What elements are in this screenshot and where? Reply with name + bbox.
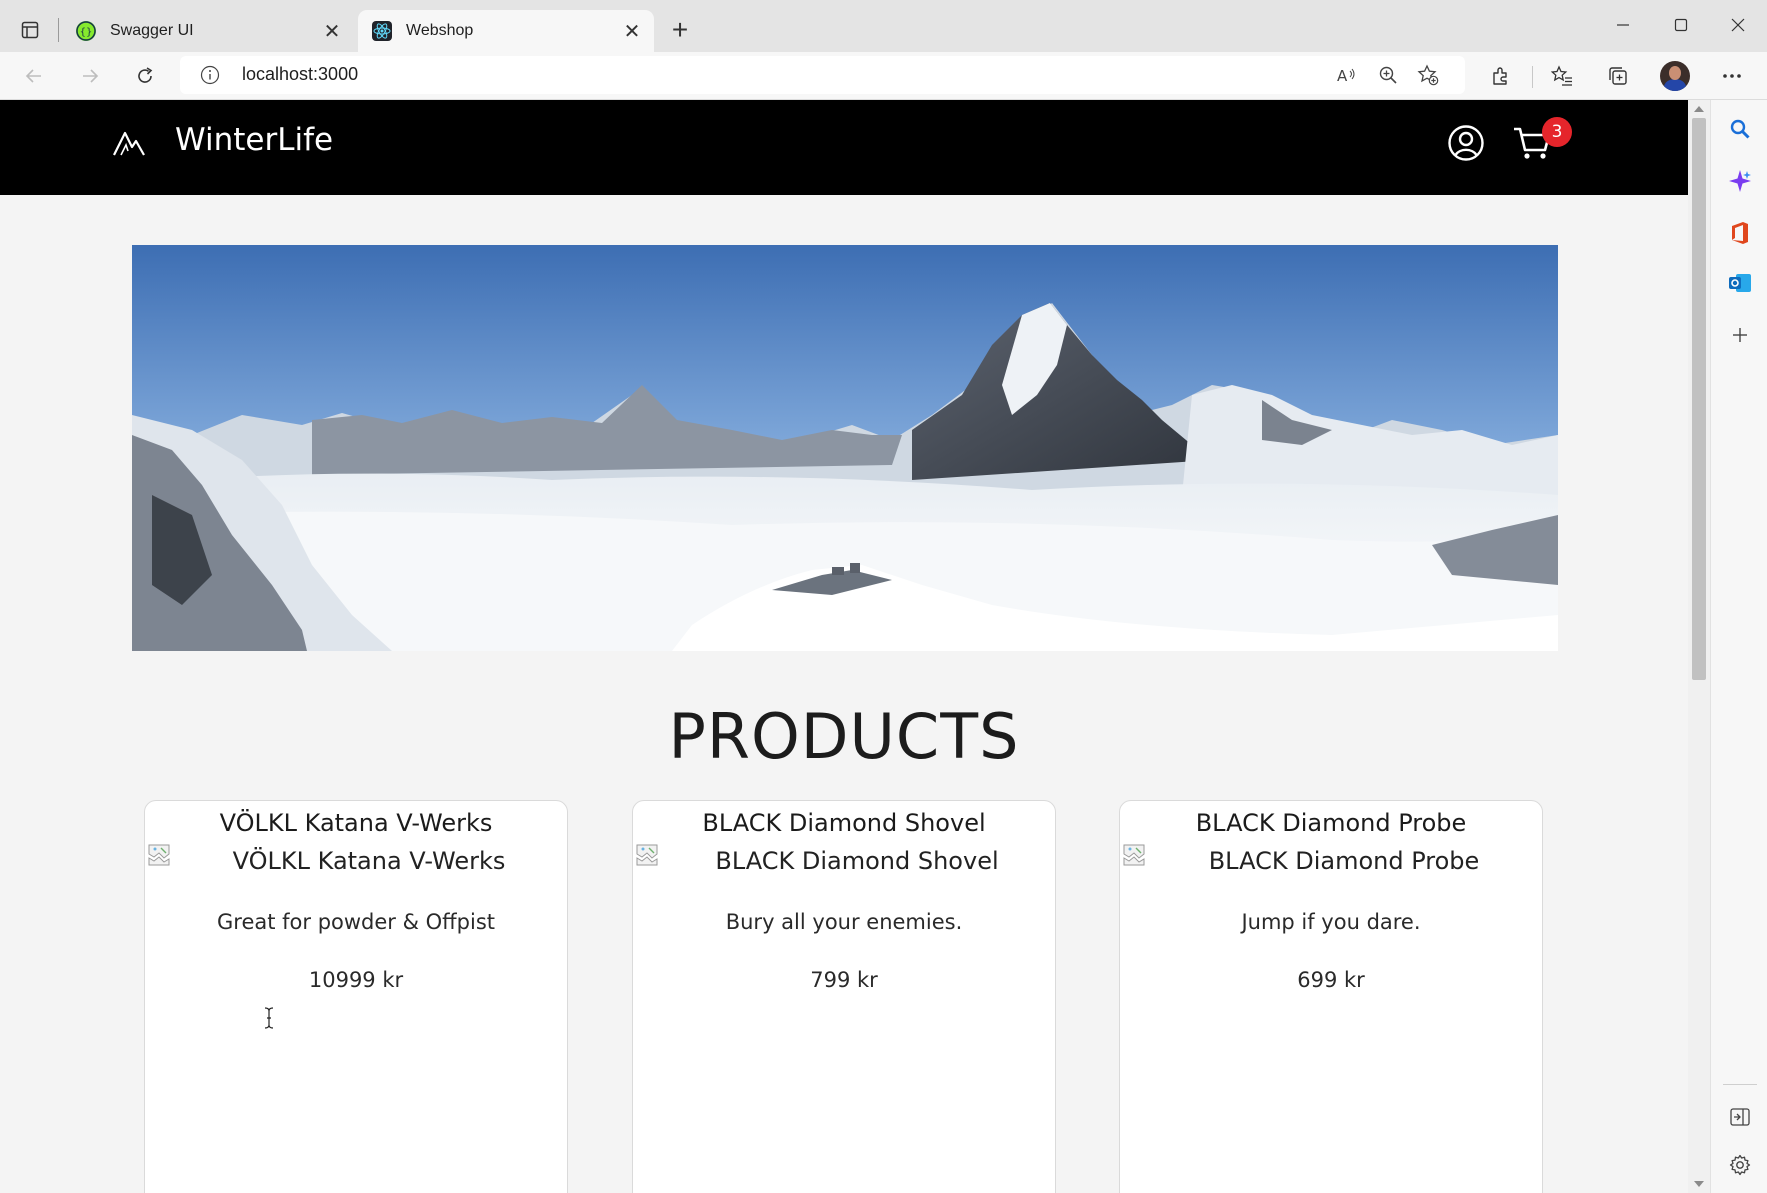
- product-description: Bury all your enemies.: [725, 910, 963, 934]
- cart-count-badge[interactable]: 3: [1542, 117, 1572, 147]
- product-price: 699 kr: [1297, 968, 1365, 992]
- browser-tab-bar: {} Swagger UI ✕ Webshop ✕ +: [0, 0, 1767, 52]
- favorites-icon[interactable]: [1548, 62, 1576, 90]
- site-info-icon[interactable]: [200, 65, 220, 85]
- extensions-icon[interactable]: [1487, 62, 1515, 90]
- close-window-button[interactable]: [1715, 8, 1761, 42]
- product-name[interactable]: VÖLKL Katana V-Werks: [145, 809, 567, 837]
- product-card[interactable]: BLACK Diamond Shovel BLACK Diamond Shove…: [632, 800, 1056, 1193]
- products-heading: PRODUCTS: [668, 700, 1020, 773]
- collections-icon[interactable]: [1604, 62, 1632, 90]
- read-aloud-icon[interactable]: A: [1335, 63, 1359, 87]
- browser-sidebar: [1710, 100, 1767, 1193]
- product-image-alt-text: BLACK Diamond Probe: [1208, 847, 1480, 875]
- add-favorite-icon[interactable]: [1416, 63, 1440, 87]
- office-icon[interactable]: [1725, 218, 1755, 248]
- url-text[interactable]: localhost:3000: [242, 64, 358, 85]
- copilot-icon[interactable]: [1725, 166, 1755, 196]
- tab-swagger-ui[interactable]: {} Swagger UI ✕: [62, 10, 354, 52]
- product-name[interactable]: BLACK Diamond Probe: [1120, 809, 1542, 837]
- tab-actions-icon[interactable]: [14, 14, 46, 46]
- back-button[interactable]: [16, 58, 52, 94]
- search-icon[interactable]: [1725, 114, 1755, 144]
- product-image-alt-text: BLACK Diamond Shovel: [715, 847, 999, 875]
- brand-name[interactable]: WinterLife: [175, 122, 333, 158]
- product-price: 10999 kr: [308, 968, 404, 992]
- product-image[interactable]: VÖLKL Katana V-Werks: [147, 843, 567, 883]
- account-icon[interactable]: [1447, 124, 1485, 162]
- new-tab-button[interactable]: +: [664, 14, 696, 46]
- product-image[interactable]: BLACK Diamond Probe: [1122, 843, 1542, 883]
- site-header: WinterLife 3: [0, 100, 1688, 195]
- product-card[interactable]: VÖLKL Katana V-Werks VÖLKL Katana V-Werk…: [144, 800, 568, 1193]
- react-icon: [372, 21, 392, 41]
- browser-toolbar: localhost:3000 A: [0, 52, 1767, 100]
- scroll-down-arrow-icon[interactable]: [1694, 1181, 1704, 1187]
- scroll-thumb[interactable]: [1692, 118, 1706, 680]
- address-bar[interactable]: localhost:3000 A: [180, 56, 1465, 94]
- refresh-button[interactable]: [127, 58, 163, 94]
- tab-title: Webshop: [406, 22, 474, 39]
- profile-avatar[interactable]: [1660, 61, 1690, 91]
- product-name[interactable]: BLACK Diamond Shovel: [633, 809, 1055, 837]
- hide-sidebar-icon[interactable]: [1725, 1102, 1755, 1132]
- swagger-icon: {}: [76, 21, 96, 41]
- text-cursor-icon: [264, 1007, 274, 1029]
- hero-mountain-image: [132, 245, 1558, 651]
- add-icon[interactable]: [1725, 320, 1755, 350]
- tab-title: Swagger UI: [110, 22, 194, 39]
- more-options-icon[interactable]: [1718, 62, 1746, 90]
- zoom-icon[interactable]: [1376, 63, 1400, 87]
- sidebar-divider: [1723, 1084, 1757, 1085]
- close-icon[interactable]: ✕: [320, 19, 344, 43]
- close-icon[interactable]: ✕: [620, 19, 644, 43]
- svg-text:A: A: [1337, 67, 1348, 85]
- tab-separator: [58, 18, 59, 42]
- outlook-icon[interactable]: [1725, 268, 1755, 298]
- product-image-alt-text: VÖLKL Katana V-Werks: [232, 847, 506, 875]
- minimize-button[interactable]: [1600, 8, 1646, 42]
- mountain-logo-icon[interactable]: [112, 129, 146, 157]
- product-description: Jump if you dare.: [1241, 910, 1421, 934]
- svg-text:{}: {}: [80, 27, 93, 38]
- forward-button[interactable]: [72, 58, 108, 94]
- product-price: 799 kr: [810, 968, 878, 992]
- page-scrollbar[interactable]: [1688, 100, 1710, 1193]
- product-image[interactable]: BLACK Diamond Shovel: [635, 843, 1055, 883]
- product-description: Great for powder & Offpist: [217, 910, 495, 934]
- webpage: WinterLife 3 PRODUCTS VÖLKL Katana V-Wer…: [0, 100, 1688, 1193]
- settings-gear-icon[interactable]: [1725, 1150, 1755, 1180]
- toolbar-divider: [1532, 66, 1533, 88]
- scroll-up-arrow-icon[interactable]: [1694, 106, 1704, 112]
- maximize-button[interactable]: [1658, 8, 1704, 42]
- tab-webshop[interactable]: Webshop ✕: [358, 10, 654, 52]
- product-card[interactable]: BLACK Diamond Probe BLACK Diamond Probe …: [1119, 800, 1543, 1193]
